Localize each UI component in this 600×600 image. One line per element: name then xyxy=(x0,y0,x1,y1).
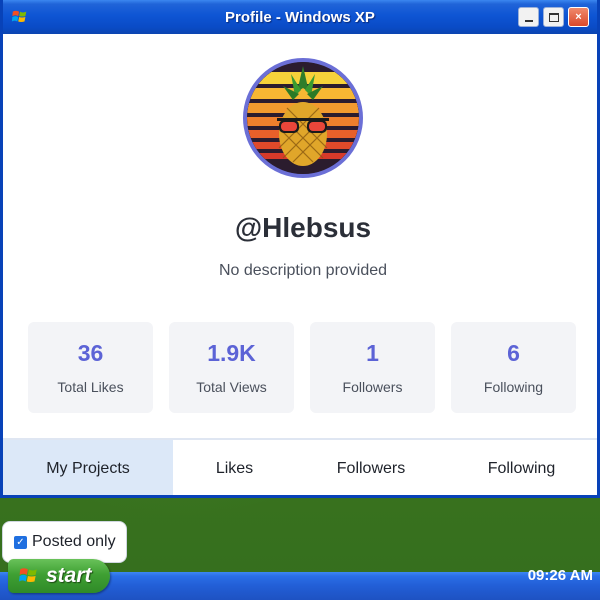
profile-content: @Hlebsus No description provided 36 Tota… xyxy=(3,34,597,495)
start-label: start xyxy=(46,564,92,587)
pineapple-avatar-icon xyxy=(247,62,359,174)
profile-username: @Hlebsus xyxy=(234,212,372,243)
stat-label: Total Likes xyxy=(57,379,124,395)
stat-card-total-likes: 36 Total Likes xyxy=(28,322,153,413)
stat-card-following: 6 Following xyxy=(451,322,576,413)
stat-value: 1.9K xyxy=(207,340,256,366)
close-button[interactable]: × xyxy=(568,7,589,27)
profile-window: Profile - Windows XP × @Hlebsus No descr… xyxy=(0,0,600,498)
title-bar[interactable]: Profile - Windows XP × xyxy=(3,0,597,34)
stat-label: Total Views xyxy=(196,379,267,395)
avatar xyxy=(243,58,363,178)
windows-logo-icon xyxy=(19,568,37,583)
taskbar-clock: 09:26 AM xyxy=(527,567,593,584)
posted-only-label: Posted only xyxy=(32,533,116,550)
stat-card-followers: 1 Followers xyxy=(310,322,435,413)
tab-my-projects[interactable]: My Projects xyxy=(3,440,173,495)
stat-label: Followers xyxy=(342,379,403,395)
profile-tabs: My Projects Likes Followers Following xyxy=(3,438,597,495)
posted-only-filter[interactable]: ✓ Posted only xyxy=(2,521,127,563)
stat-card-total-views: 1.9K Total Views xyxy=(169,322,294,413)
stats-row: 36 Total Likes 1.9K Total Views 1 Follow… xyxy=(28,322,578,413)
maximize-icon xyxy=(548,12,559,22)
stat-value: 1 xyxy=(366,340,379,366)
window-controls: × xyxy=(518,7,589,27)
stat-label: Following xyxy=(483,379,544,395)
profile-description: No description provided xyxy=(218,262,388,279)
close-icon: × xyxy=(575,11,582,23)
tab-following[interactable]: Following xyxy=(446,440,597,495)
stat-value: 36 xyxy=(77,340,104,366)
windows-logo-icon xyxy=(11,10,27,22)
stat-value: 6 xyxy=(507,340,520,366)
start-button[interactable]: start xyxy=(8,559,110,593)
tab-likes[interactable]: Likes xyxy=(173,440,296,495)
checkbox-checked-icon[interactable]: ✓ xyxy=(14,535,27,549)
minimize-icon xyxy=(524,20,533,22)
minimize-button[interactable] xyxy=(518,7,539,27)
tab-followers[interactable]: Followers xyxy=(296,440,446,495)
window-title: Profile - Windows XP xyxy=(225,8,375,26)
maximize-button[interactable] xyxy=(543,7,564,27)
